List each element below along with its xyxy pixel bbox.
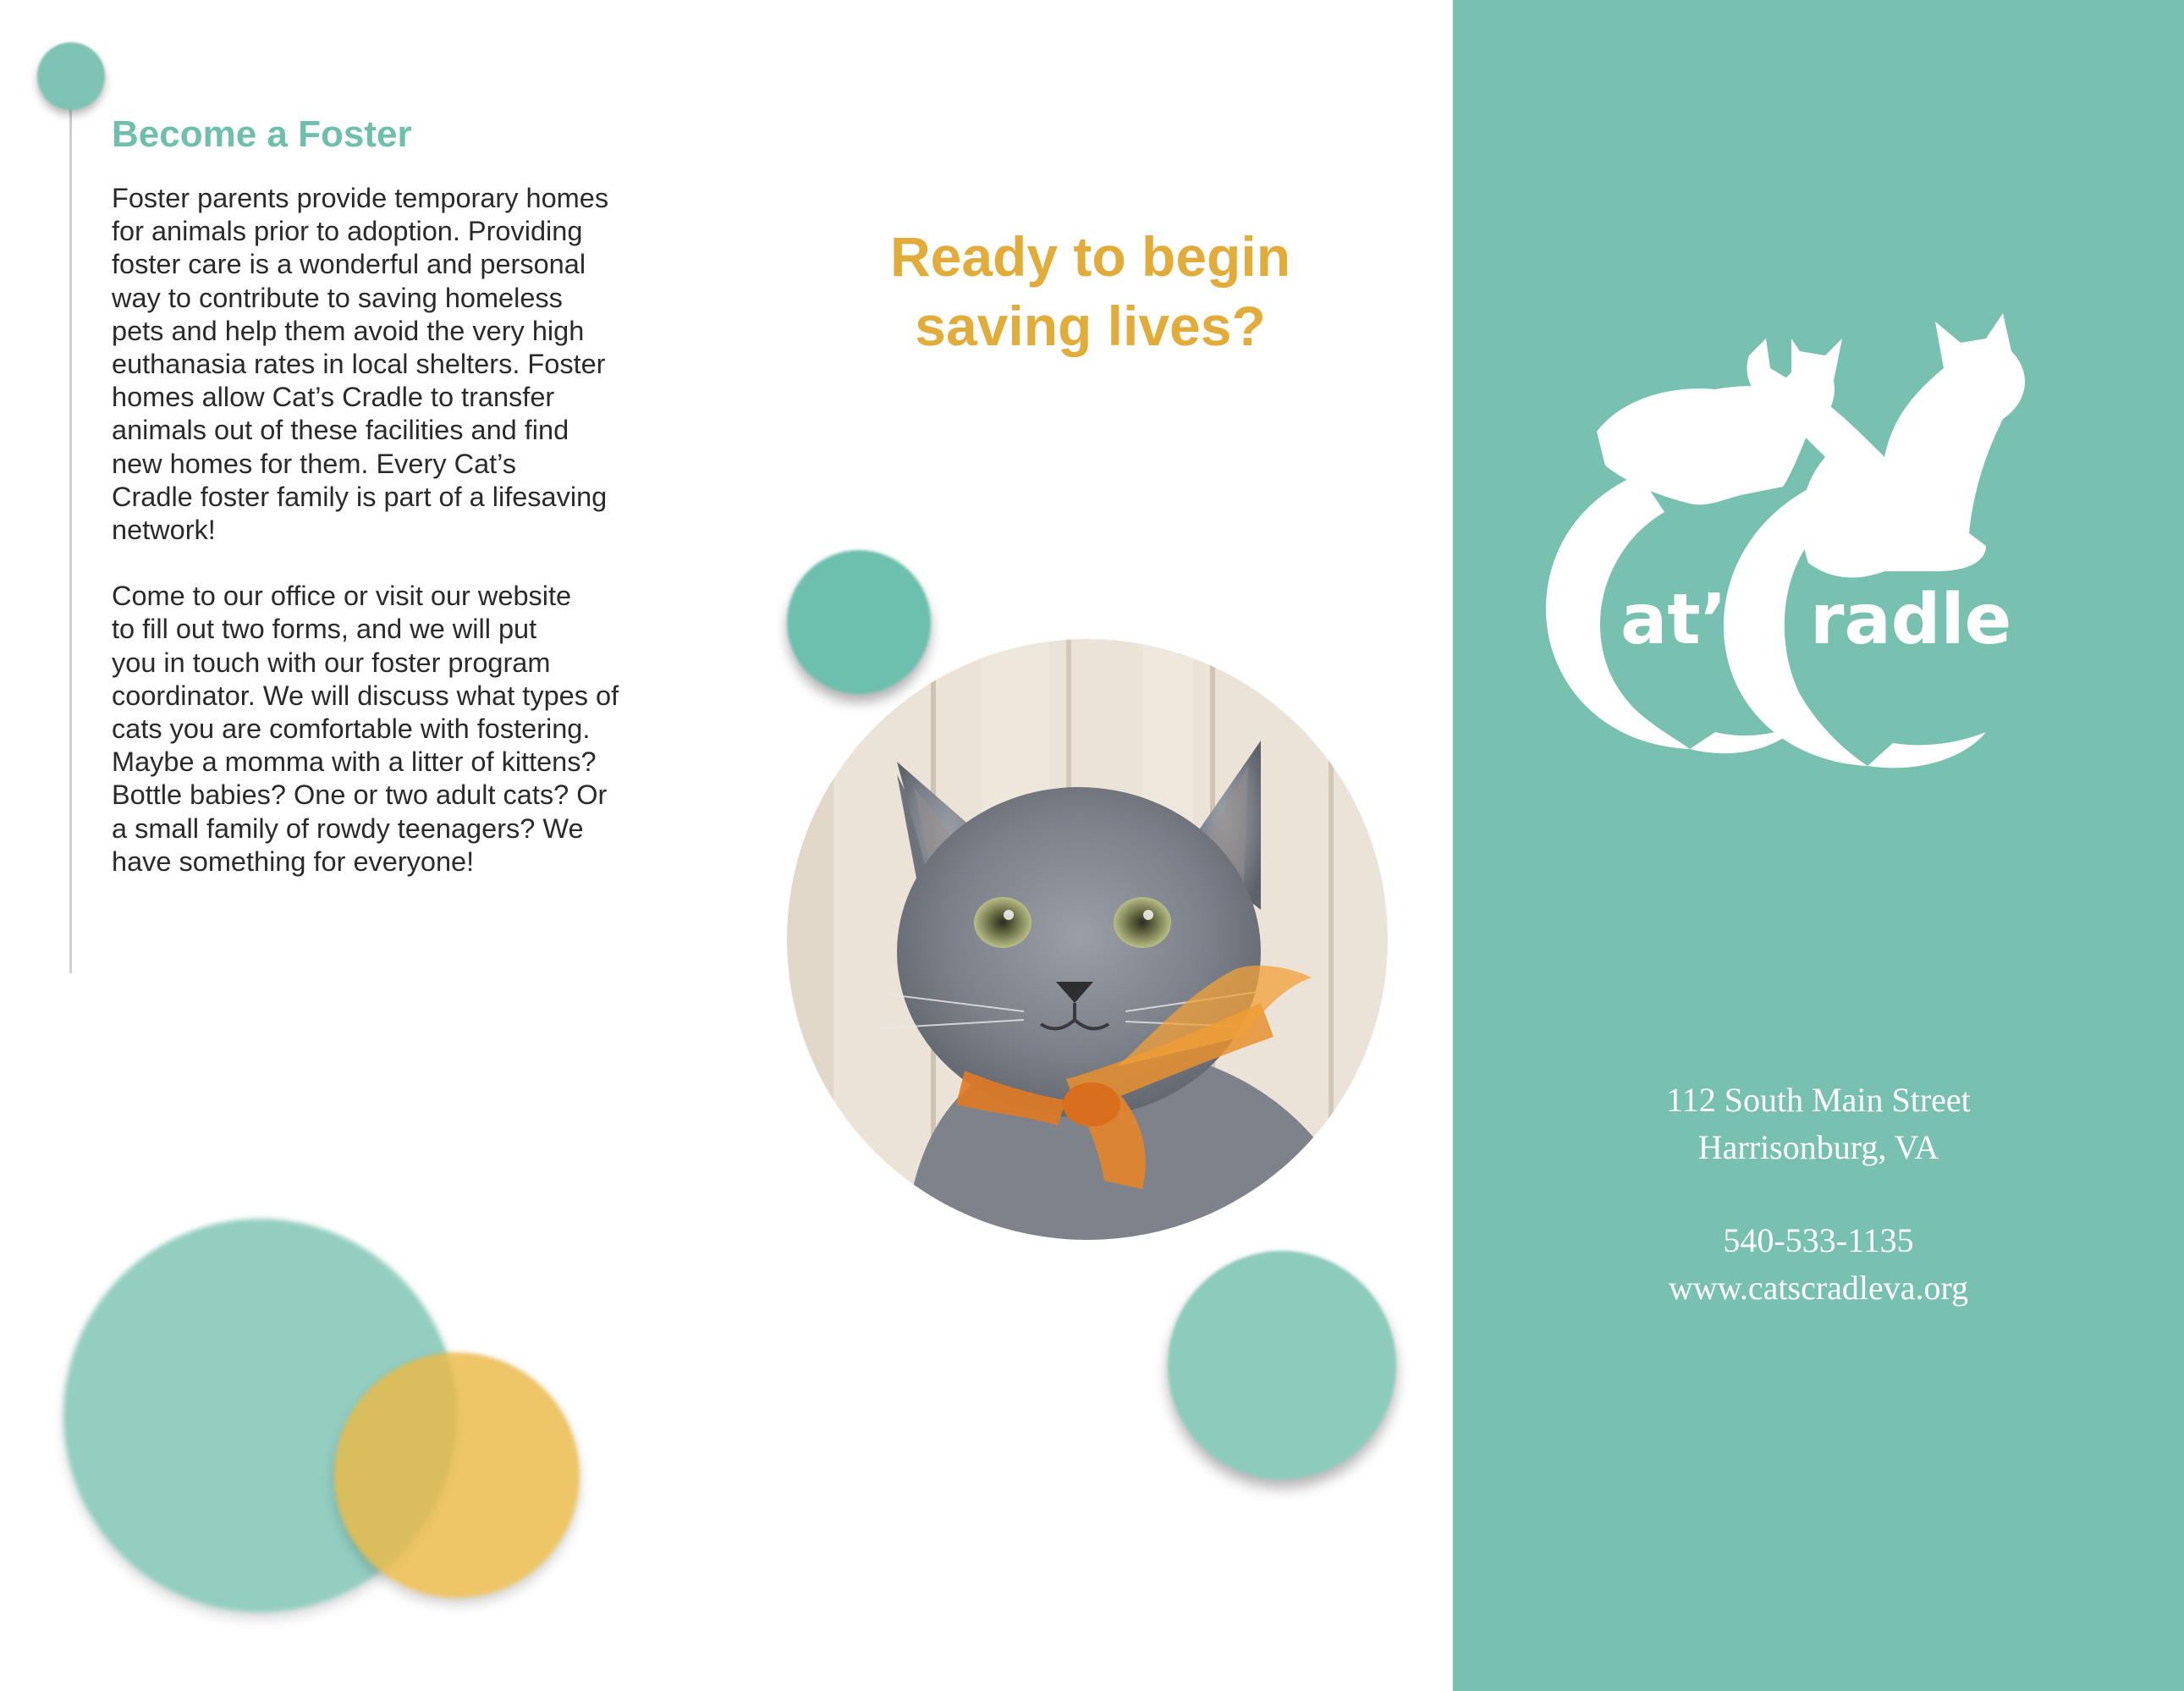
foster-body: Foster parents provide temporary homes f… — [112, 182, 653, 912]
logo-text-left: at’s — [1620, 580, 1769, 660]
logo-text-right: radle — [1810, 580, 2011, 660]
contact-info: 112 South Main Street Harrisonburg, VA 5… — [1453, 1077, 2184, 1312]
brochure-page: Become a Foster Foster parents provide t… — [0, 0, 2184, 1691]
cta-panel: Ready to begin saving lives? — [728, 0, 1453, 1691]
kitten-illustration — [787, 639, 1388, 1240]
decorative-teal-circle-small — [787, 550, 931, 694]
foster-panel: Become a Foster Foster parents provide t… — [0, 0, 728, 1691]
kitten-photo — [787, 639, 1388, 1240]
address-city: Harrisonburg, VA — [1697, 1128, 1939, 1166]
contact-panel: at’s radle 112 South Main Street Harriso… — [1453, 0, 2184, 1691]
cta-heading: Ready to begin saving lives? — [889, 225, 1291, 357]
address-street: 112 South Main Street — [1666, 1081, 1971, 1119]
phone-number: 540-533-1135 — [1723, 1221, 1914, 1259]
website-url[interactable]: www.catscradleva.org — [1453, 1264, 2184, 1312]
timeline-line — [69, 85, 72, 973]
foster-paragraph-1: Foster parents provide temporary homes f… — [112, 183, 609, 546]
decorative-yellow-circle — [334, 1352, 580, 1598]
cats-cradle-logo: at’s radle — [1546, 313, 2026, 768]
foster-heading: Become a Foster — [112, 113, 412, 155]
decorative-teal-circle-medium — [1168, 1251, 1396, 1479]
foster-paragraph-2: Come to our office or visit our website … — [112, 581, 619, 877]
timeline-dot — [37, 42, 105, 110]
